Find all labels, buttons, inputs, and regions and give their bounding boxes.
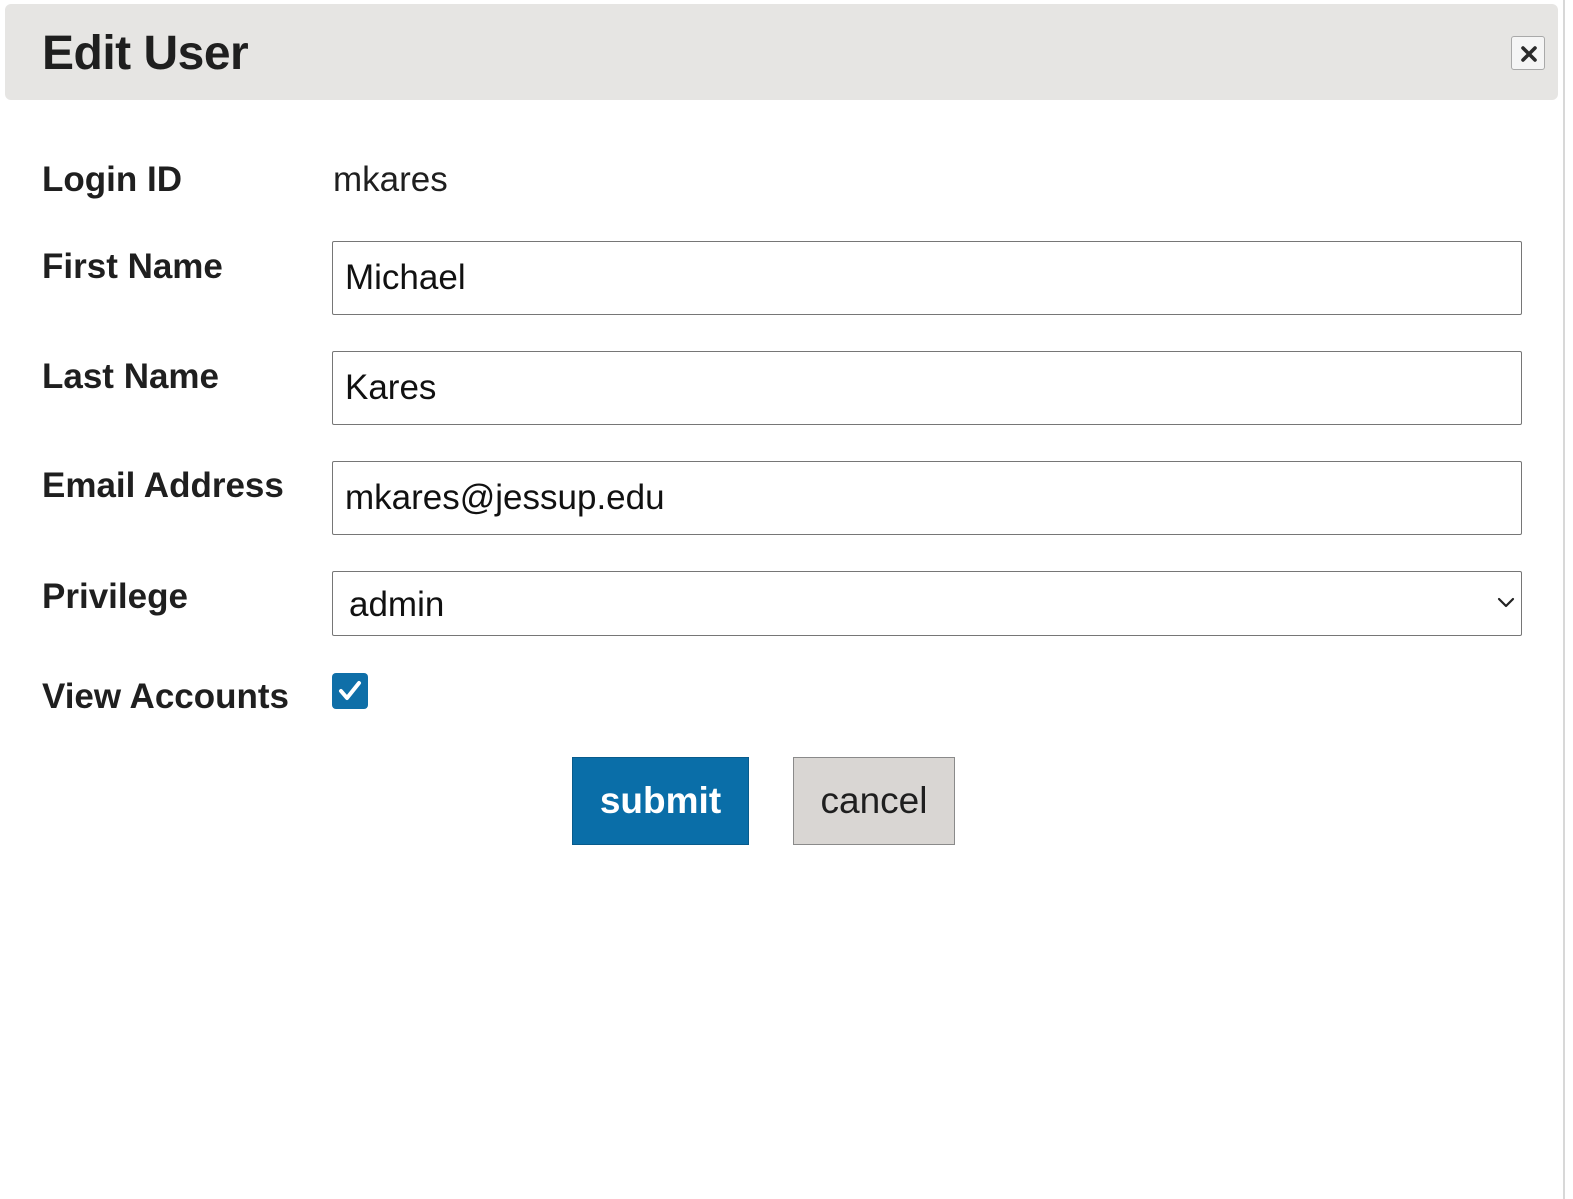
- first-name-label: First Name: [42, 247, 223, 286]
- cancel-button[interactable]: cancel: [793, 757, 955, 845]
- edit-user-dialog: Edit User Login ID mkares First Name Las…: [0, 0, 1573, 1199]
- last-name-field[interactable]: [332, 351, 1522, 425]
- login-id-value: mkares: [333, 160, 448, 199]
- close-icon: [1521, 46, 1537, 62]
- window-edge: [1563, 0, 1565, 1199]
- email-field[interactable]: [332, 461, 1522, 535]
- login-id-label: Login ID: [42, 160, 182, 199]
- submit-button[interactable]: submit: [572, 757, 749, 845]
- chevron-down-icon: [1497, 597, 1515, 608]
- email-address-label: Email Address: [42, 466, 284, 505]
- view-accounts-label: View Accounts: [42, 677, 290, 716]
- privilege-select[interactable]: admin: [332, 571, 1522, 636]
- close-button[interactable]: [1511, 36, 1545, 70]
- first-name-field[interactable]: [332, 241, 1522, 315]
- view-accounts-checkbox[interactable]: [332, 673, 368, 709]
- privilege-selected-value: admin: [349, 585, 445, 624]
- dialog-title: Edit User: [42, 27, 249, 80]
- privilege-label: Privilege: [42, 577, 188, 616]
- checkmark-icon: [339, 681, 361, 700]
- dialog-titlebar: Edit User: [5, 4, 1558, 100]
- last-name-label: Last Name: [42, 357, 220, 396]
